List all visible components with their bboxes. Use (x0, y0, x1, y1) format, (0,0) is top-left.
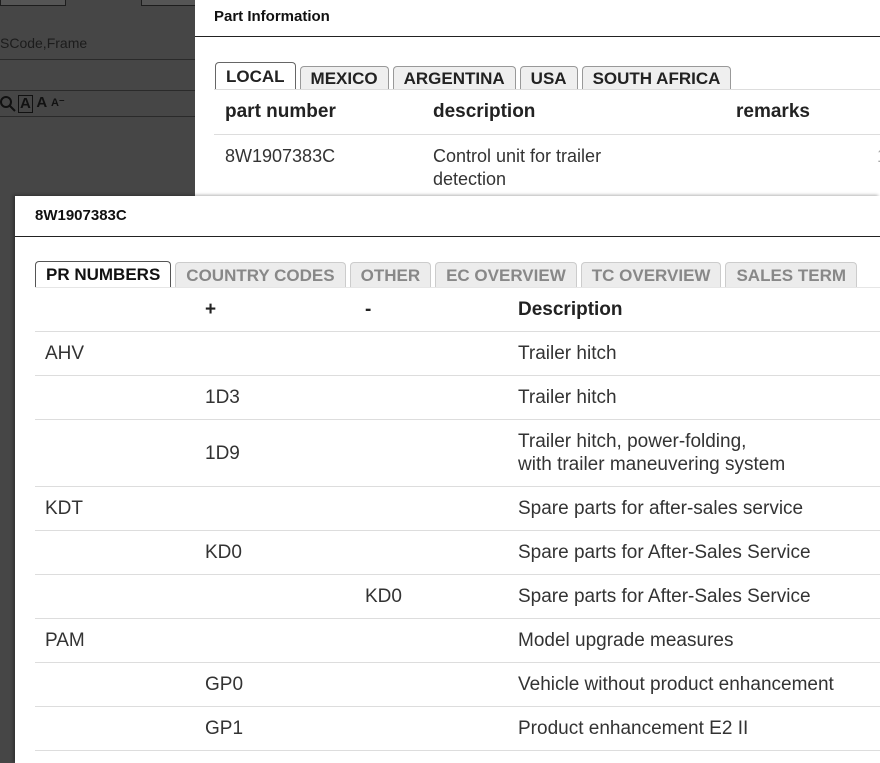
font-increase-icon: A (36, 94, 48, 111)
description-line: Control unit for trailer (433, 146, 602, 166)
plus-cell: GP1 (195, 706, 355, 751)
column-header-family (35, 288, 195, 332)
description-cell: Trailer hitch (508, 375, 880, 420)
description-cell: Model upgrade measures (508, 618, 880, 663)
tab-argentina[interactable]: ARGENTINA (392, 66, 516, 90)
family-cell: AHV (35, 331, 195, 376)
table-row[interactable]: GP0 Vehicle without product enhancement (35, 662, 880, 707)
description-cell: Product enhancement E2 II (508, 706, 880, 751)
description-cell: Control unit for trailer detection (433, 145, 601, 191)
tab-other[interactable]: OTHER (349, 262, 432, 287)
plus-cell: 1D3 (195, 375, 355, 420)
minus-cell (355, 530, 508, 575)
column-header-remarks: remarks (736, 101, 810, 122)
table-row[interactable]: 1D3 Trailer hitch (35, 375, 880, 420)
table-row[interactable]: PAM Model upgrade measures (35, 618, 880, 663)
family-cell: PAM (35, 618, 195, 663)
tab-local[interactable]: LOCAL (215, 62, 296, 90)
minus-cell (355, 419, 508, 487)
table-row[interactable]: KD0 Spare parts for After-Sales Service (35, 574, 880, 619)
minus-cell (355, 706, 508, 751)
part-information-title: Part Information (195, 0, 880, 37)
description-line: Trailer hitch, power-folding, (518, 431, 747, 452)
tab-south-africa[interactable]: SOUTH AFRICA (581, 66, 732, 90)
minus-cell (355, 331, 508, 376)
minus-cell: KD0 (355, 574, 508, 619)
tab-tc-overview[interactable]: TC OVERVIEW (580, 262, 722, 287)
plus-cell (195, 486, 355, 531)
table-row[interactable]: KDT Spare parts for after-sales service (35, 486, 880, 531)
background-field-text: SCode,Frame (0, 35, 88, 51)
minus-cell (355, 662, 508, 707)
pr-tabs: PR NUMBERS COUNTRY CODES OTHER EC OVERVI… (35, 261, 858, 287)
column-header-minus: - (355, 288, 508, 332)
tab-mexico[interactable]: MEXICO (299, 66, 389, 90)
background-button (141, 0, 197, 6)
font-reset-icon: A (18, 95, 33, 113)
background-row (0, 60, 195, 91)
column-header-description: description (433, 101, 536, 122)
plus-cell (195, 331, 355, 376)
background-search-field: SCode,Frame (0, 26, 195, 60)
description-cell: Vehicle without product enhancement (508, 662, 880, 707)
table-row[interactable]: 1D9 Trailer hitch, power-folding, with t… (35, 419, 880, 487)
family-cell (35, 375, 195, 420)
divider (214, 134, 880, 135)
description-cell: Spare parts for after-sales service (508, 486, 880, 531)
tab-pr-numbers[interactable]: PR NUMBERS (35, 261, 172, 287)
plus-cell: GP0 (195, 662, 355, 707)
minus-cell (355, 618, 508, 663)
column-header-part-number: part number (225, 101, 336, 122)
table-header-row: + - Description (35, 288, 880, 332)
part-information-window: Part Information LOCAL MEXICO ARGENTINA … (195, 0, 880, 200)
family-cell (35, 574, 195, 619)
part-number-cell[interactable]: 8W1907383C (225, 145, 335, 168)
minus-cell (355, 486, 508, 531)
column-header-plus: + (195, 288, 355, 332)
description-line: with trailer maneuvering system (518, 454, 786, 475)
plus-cell (195, 618, 355, 663)
description-cell: Trailer hitch, power-folding, with trail… (508, 419, 880, 487)
description-line: detection (433, 169, 507, 189)
tab-country-codes[interactable]: COUNTRY CODES (175, 262, 346, 287)
family-cell (35, 662, 195, 707)
plus-cell (195, 574, 355, 619)
font-decrease-icon: A⁻ (50, 97, 65, 109)
pr-window-title: 8W1907383C (15, 196, 880, 237)
column-header-description: Description (508, 288, 880, 332)
background-button (0, 0, 66, 6)
pr-numbers-table: + - Description AHV Trailer hitch 1D3 Tr… (35, 288, 880, 751)
plus-cell: 1D9 (195, 419, 355, 487)
pr-numbers-window: 8W1907383C PR NUMBERS COUNTRY CODES OTHE… (15, 196, 880, 763)
zoom-icon (0, 96, 16, 112)
family-cell (35, 706, 195, 751)
country-tabs: LOCAL MEXICO ARGENTINA USA SOUTH AFRICA (215, 62, 732, 90)
table-row[interactable]: AHV Trailer hitch (35, 331, 880, 376)
family-cell (35, 419, 195, 487)
family-cell (35, 530, 195, 575)
tab-sales-term[interactable]: SALES TERM (725, 262, 858, 287)
description-cell: Trailer hitch (508, 331, 880, 376)
divider (214, 89, 880, 90)
tab-usa[interactable]: USA (519, 66, 578, 90)
tab-ec-overview[interactable]: EC OVERVIEW (435, 262, 577, 287)
plus-cell: KD0 (195, 530, 355, 575)
table-row[interactable]: GP1 Product enhancement E2 II (35, 706, 880, 751)
description-cell: Spare parts for After-Sales Service (508, 574, 880, 619)
font-size-toolbar: A A A⁻ (0, 92, 195, 117)
minus-cell (355, 375, 508, 420)
table-row[interactable]: KD0 Spare parts for After-Sales Service (35, 530, 880, 575)
description-cell: Spare parts for After-Sales Service (508, 530, 880, 575)
family-cell: KDT (35, 486, 195, 531)
